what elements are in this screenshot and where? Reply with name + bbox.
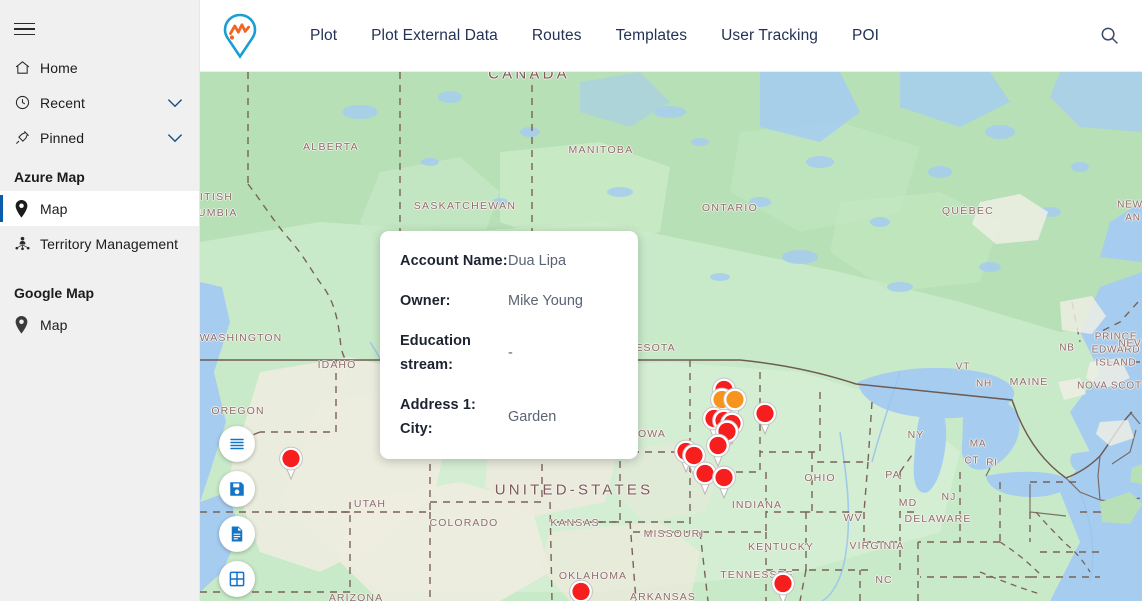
home-icon xyxy=(14,59,40,76)
sidebar-group-title-azure-map: Azure Map xyxy=(14,169,85,185)
app-root: Home Recent Pinned Azure Map Map Territo… xyxy=(0,0,1142,601)
nav-poi[interactable]: POI xyxy=(852,27,879,45)
sidebar-item-territory-management[interactable]: Territory Management xyxy=(0,226,199,261)
map-canvas[interactable]: CANADA ALBERTA MANITOBA SASKATCHEWAN ONTARIO… xyxy=(200,72,1142,601)
popup-row: Account Name: Dua Lipa xyxy=(400,249,620,273)
data-grid-button[interactable] xyxy=(219,561,255,597)
popup-value: - xyxy=(508,345,513,361)
clock-icon xyxy=(14,94,40,111)
map-marker-pin[interactable] xyxy=(711,465,737,499)
chevron-down-icon[interactable] xyxy=(167,95,183,111)
popup-row: Owner: Mike Young xyxy=(400,289,620,313)
nav-plot-external-data[interactable]: Plot External Data xyxy=(371,27,498,45)
popup-row: Education stream: - xyxy=(400,329,620,377)
map-marker-pin[interactable] xyxy=(568,579,594,601)
popup-value: Dua Lipa xyxy=(508,253,567,269)
maplytics-logo[interactable] xyxy=(212,12,268,60)
sidebar-item-label: Map xyxy=(40,316,68,333)
map-marker-pin[interactable] xyxy=(278,446,304,480)
territory-icon xyxy=(14,235,40,252)
sidebar-item-recent[interactable]: Recent xyxy=(0,85,199,120)
sidebar-item-label: Home xyxy=(40,59,78,76)
search-icon[interactable] xyxy=(1094,21,1124,51)
nav-plot[interactable]: Plot xyxy=(310,27,337,45)
popup-key: Account Name: xyxy=(400,253,508,269)
popup-key: Education stream: xyxy=(400,333,471,373)
layers-list-button[interactable] xyxy=(219,426,255,462)
sidebar-item-label: Recent xyxy=(40,94,85,111)
location-pin-icon xyxy=(14,315,40,334)
nav-routes[interactable]: Routes xyxy=(532,27,582,45)
account-info-popup[interactable]: Account Name: Dua Lipa Owner: Mike Young… xyxy=(380,231,638,459)
sidebar-item-pinned[interactable]: Pinned xyxy=(0,120,199,155)
popup-value: Garden xyxy=(508,409,557,425)
nav-templates[interactable]: Templates xyxy=(616,27,688,45)
chevron-down-icon[interactable] xyxy=(167,130,183,146)
sidebar-item-home[interactable]: Home xyxy=(0,50,199,85)
grid-icon xyxy=(228,570,246,588)
floppy-disk-icon xyxy=(228,480,246,498)
list-lines-icon xyxy=(228,435,246,453)
document-icon xyxy=(228,525,246,543)
pin-icon xyxy=(14,129,40,146)
summary-card-button[interactable] xyxy=(219,516,255,552)
map-control-stack xyxy=(219,426,255,597)
top-navigation-bar: Plot Plot External Data Routes Templates… xyxy=(200,0,1142,72)
map-marker-pin[interactable] xyxy=(752,401,778,435)
popup-value: Mike Young xyxy=(508,293,583,309)
location-pin-icon xyxy=(14,199,40,218)
map-graphics xyxy=(200,72,1142,601)
sidebar-item-label: Territory Management xyxy=(40,235,179,252)
sidebar-group-title-google-map: Google Map xyxy=(14,285,95,301)
sidebar-item-azure-map[interactable]: Map xyxy=(0,191,199,226)
popup-key: Owner: xyxy=(400,293,451,309)
sidebar-item-label: Pinned xyxy=(40,129,85,146)
main-area: Plot Plot External Data Routes Templates… xyxy=(200,0,1142,601)
sidebar-item-label: Map xyxy=(40,200,68,217)
save-button[interactable] xyxy=(219,471,255,507)
sidebar-item-google-map[interactable]: Map xyxy=(0,307,199,342)
popup-row: Address 1: City: Garden xyxy=(400,393,620,441)
hamburger-icon[interactable] xyxy=(0,8,48,50)
main-nav: Plot Plot External Data Routes Templates… xyxy=(310,27,879,45)
popup-key: Address 1: City: xyxy=(400,397,476,437)
map-marker-pin[interactable] xyxy=(770,571,796,601)
nav-user-tracking[interactable]: User Tracking xyxy=(721,27,818,45)
sidebar: Home Recent Pinned Azure Map Map Territo… xyxy=(0,0,200,601)
